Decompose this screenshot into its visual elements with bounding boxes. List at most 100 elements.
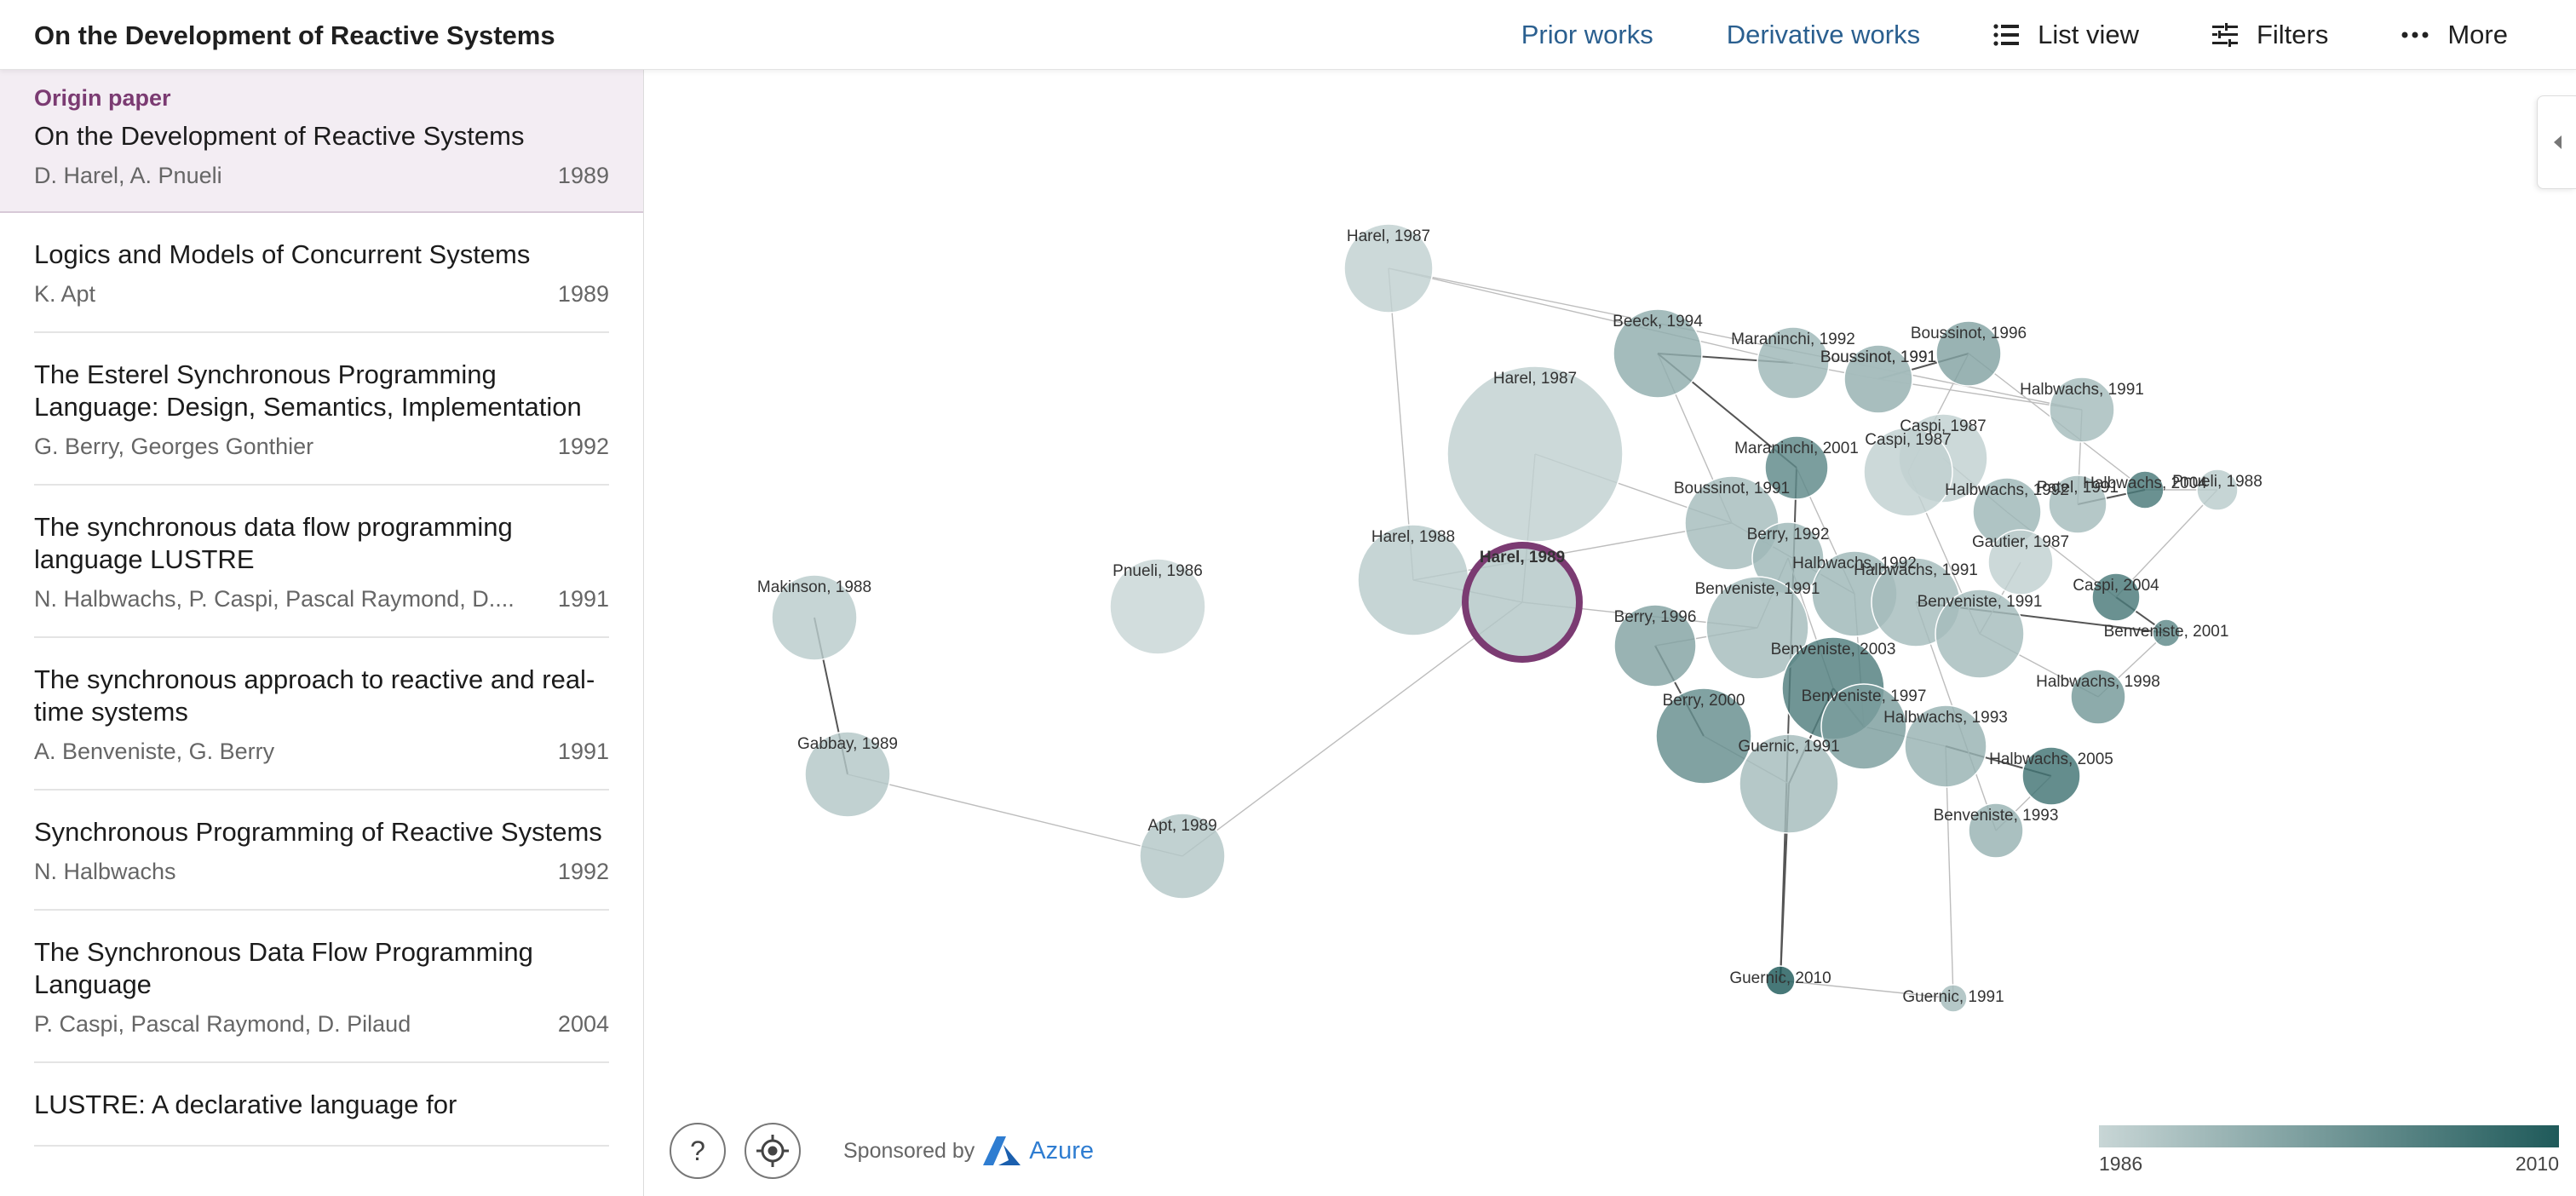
node-label: Guernic, 2010: [1729, 969, 1831, 987]
node-label: Beeck, 1994: [1613, 313, 1703, 331]
more-button[interactable]: More: [2401, 20, 2508, 50]
node-label: Halbwachs, 1991: [2020, 381, 2144, 399]
node-label: Maraninchi, 1992: [1731, 331, 1855, 348]
node-label: Berry, 2000: [1663, 692, 1745, 710]
node-label: Guernic, 1991: [1738, 738, 1839, 756]
node-label: Apt, 1989: [1147, 817, 1216, 835]
more-label: More: [2447, 20, 2508, 49]
paper-year: 2004: [557, 1011, 609, 1037]
paper-list-item[interactable]: Logics and Models of Concurrent Systems …: [34, 213, 609, 333]
node-label: Halbwachs, 1993: [1883, 709, 2008, 727]
paper-authors: G. Berry, Georges Gonthier: [34, 434, 314, 459]
top-bar: On the Development of Reactive Systems P…: [0, 0, 2576, 70]
node-label: Boussinot, 1991: [1674, 480, 1790, 497]
paper-title: The synchronous approach to reactive and…: [34, 664, 595, 727]
legend-labels: 1986 2010: [2099, 1153, 2559, 1176]
node-label: Boussinot, 1991: [1820, 348, 1936, 366]
paper-title: On the Development of Reactive Systems: [34, 121, 525, 151]
paper-authors: D. Harel, A. Pnueli: [34, 163, 222, 188]
paper-year: 1991: [557, 739, 609, 764]
node-label: Pnueli, 1986: [1113, 562, 1203, 580]
paper-node[interactable]: [1446, 365, 1624, 543]
node-label: Halbwachs, 1992: [1945, 481, 2069, 499]
node-label: Berry, 1992: [1747, 526, 1830, 543]
citation-graph[interactable]: Harel, 1987 Harel, 1987 Harel, 1988 Harel, …: [644, 70, 2576, 1196]
legend-max-year: 2010: [2515, 1153, 2559, 1175]
paper-list-item[interactable]: The synchronous approach to reactive and…: [34, 638, 609, 791]
paper-authors: K. Apt: [34, 281, 96, 307]
node-label: Halbwachs, 2005: [1989, 750, 2113, 768]
citation-graph-panel[interactable]: Harel, 1987 Harel, 1987 Harel, 1988 Harel, …: [644, 70, 2576, 1196]
paper-year: 1989: [557, 163, 609, 188]
node-label: Berry, 1996: [1614, 608, 1697, 626]
paper-year: 1992: [557, 859, 609, 884]
list-view-button[interactable]: List view: [1993, 20, 2139, 50]
node-label: Guernic, 1991: [1902, 988, 2004, 1006]
help-button[interactable]: ?: [670, 1123, 726, 1179]
paper-authors: N. Halbwachs: [34, 859, 176, 884]
node-label: Makinson, 1988: [757, 578, 871, 596]
collapse-panel-tab[interactable]: [2537, 95, 2576, 189]
paper-list-item[interactable]: The Esterel Synchronous Programming Lang…: [34, 333, 609, 486]
paper-authors: N. Halbwachs, P. Caspi, Pascal Raymond, …: [34, 586, 515, 612]
node-label: Halbwachs, 1998: [2036, 673, 2160, 691]
paper-meta: N. Halbwachs, P. Caspi, Pascal Raymond, …: [34, 586, 609, 612]
node-label: Benveniste, 2001: [2104, 623, 2229, 641]
paper-list-item[interactable]: Synchronous Programming of Reactive Syst…: [34, 791, 609, 911]
paper-list-item[interactable]: The synchronous data flow programming la…: [34, 486, 609, 638]
list-icon: [1993, 24, 2020, 46]
node-label: Benveniste, 1991: [1918, 593, 2043, 611]
paper-title: The Esterel Synchronous Programming Lang…: [34, 359, 582, 422]
citation-edge: [1388, 267, 1794, 364]
sponsor-label: Sponsored by: [843, 1138, 975, 1163]
year-color-legend: 1986 2010: [2099, 1125, 2559, 1176]
paper-meta: D. Harel, A. Pnueli 1989: [34, 163, 609, 189]
list-view-label: List view: [2038, 20, 2139, 49]
paper-meta: N. Halbwachs 1992: [34, 859, 609, 885]
node-label: Maraninchi, 2001: [1734, 440, 1859, 457]
node-label: Pnueli, 1988: [2172, 473, 2263, 491]
recenter-button[interactable]: [745, 1123, 801, 1179]
node-label: Gautier, 1987: [1972, 533, 2069, 551]
paper-title: The Synchronous Data Flow Programming La…: [34, 937, 533, 999]
page-title: On the Development of Reactive Systems: [34, 20, 555, 50]
node-label: Halbwachs, 1991: [1854, 561, 1978, 579]
paper-year: 1989: [557, 281, 609, 307]
filters-button[interactable]: Filters: [2211, 20, 2329, 50]
paper-year: 1991: [557, 586, 609, 612]
graph-controls: ? Sponsored by Azure: [670, 1123, 1094, 1179]
app-window: On the Development of Reactive Systems P…: [0, 0, 2576, 1196]
paper-title: Synchronous Programming of Reactive Syst…: [34, 817, 602, 847]
azure-logo-icon: [983, 1136, 1021, 1165]
chevron-left-icon: [2553, 135, 2562, 149]
sponsor-name: Azure: [1029, 1136, 1095, 1164]
filter-sliders-icon: [2211, 23, 2238, 47]
paper-year: 1992: [557, 434, 609, 459]
origin-paper-card[interactable]: Origin paper On the Development of React…: [0, 70, 643, 213]
sponsor-credit: Sponsored by Azure: [843, 1136, 1094, 1165]
node-label: Caspi, 1987: [1865, 431, 1951, 449]
node-label: Benveniste, 1997: [1802, 687, 1927, 705]
paper-authors: P. Caspi, Pascal Raymond, D. Pilaud: [34, 1011, 411, 1037]
paper-title: LUSTRE: A declarative language for: [34, 1090, 457, 1119]
node-label: Boussinot, 1996: [1911, 325, 2027, 342]
node-label: Gabbay, 1989: [797, 735, 898, 753]
origin-paper-label: Origin paper: [34, 85, 171, 111]
paper-list-item[interactable]: LUSTRE: A declarative language for: [34, 1063, 609, 1147]
legend-min-year: 1986: [2099, 1153, 2143, 1175]
legend-gradient: [2099, 1125, 2559, 1147]
node-label: Harel, 1988: [1371, 528, 1455, 546]
top-nav: Prior works Derivative works List view F…: [1521, 0, 2508, 70]
paper-authors: A. Benveniste, G. Berry: [34, 739, 275, 764]
citation-edge: [847, 773, 1183, 857]
more-dots-icon: [2401, 32, 2429, 38]
paper-meta: A. Benveniste, G. Berry 1991: [34, 739, 609, 765]
derivative-works-link[interactable]: Derivative works: [1727, 20, 1920, 50]
origin-node-label: Harel, 1989: [1480, 549, 1565, 566]
paper-meta: K. Apt 1989: [34, 281, 609, 308]
prior-works-link[interactable]: Prior works: [1521, 20, 1653, 50]
filters-label: Filters: [2256, 20, 2329, 49]
node-label: Caspi, 2004: [2073, 577, 2159, 595]
paper-list-item[interactable]: The Synchronous Data Flow Programming La…: [34, 911, 609, 1063]
node-label: Harel, 1987: [1347, 227, 1430, 245]
